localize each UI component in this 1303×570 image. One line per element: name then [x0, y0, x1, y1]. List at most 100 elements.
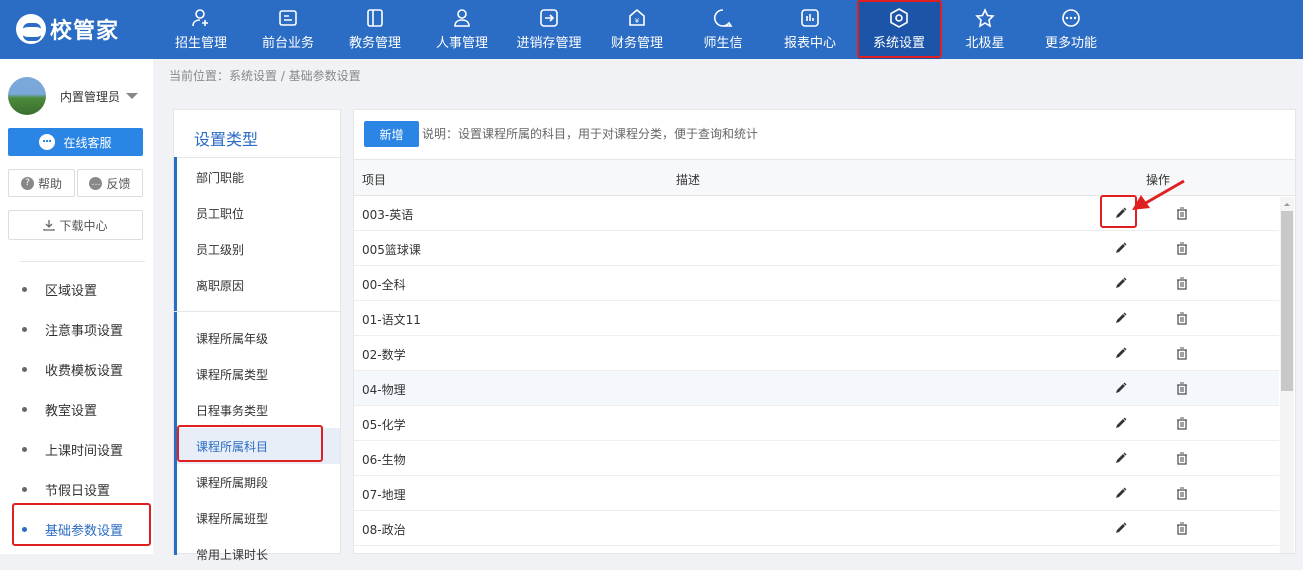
user-profile[interactable]: 内置管理员	[8, 76, 148, 116]
scrollbar-thumb[interactable]	[1281, 211, 1293, 391]
cell-item: 02-数学	[362, 348, 406, 362]
nav-item-label: 招生管理	[174, 36, 227, 51]
bullet-icon	[22, 526, 27, 532]
trash-icon[interactable]	[1176, 277, 1188, 290]
edit-icon[interactable]	[1114, 311, 1128, 325]
message-icon	[714, 9, 733, 27]
nav-item-finance[interactable]: ¥ 财务管理	[603, 0, 671, 59]
trash-icon[interactable]	[1176, 382, 1188, 395]
top-navigation: 校管家 招生管理 前台业务 教务管理 人事管理 进销存管理 ¥ 财务管理 师生信…	[0, 0, 1303, 59]
scroll-up-arrow-icon[interactable]	[1280, 200, 1294, 208]
table-row[interactable]: 05-化学	[354, 406, 1279, 441]
person-icon	[454, 9, 470, 27]
type-item-schedule-type[interactable]: 日程事务类型	[174, 394, 340, 426]
edit-icon[interactable]	[1114, 206, 1128, 220]
type-item-course-type[interactable]: 课程所属类型	[174, 358, 340, 390]
online-service-button[interactable]: 在线客服	[8, 128, 143, 156]
nav-item-label: 财务管理	[610, 36, 663, 51]
cell-item: 005篮球课	[362, 243, 421, 257]
edit-icon[interactable]	[1114, 486, 1128, 500]
nav-item-label: 北极星	[965, 36, 1005, 51]
panel-divider	[174, 157, 342, 158]
sidebar-item-holidays[interactable]: 节假日设置	[22, 479, 110, 499]
sidebar-item-label: 收费模板设置	[45, 363, 124, 379]
type-item-course-grade[interactable]: 课程所属年级	[174, 322, 340, 354]
feedback-label: 反馈	[106, 176, 131, 191]
cell-item: 05-化学	[362, 418, 406, 432]
add-button[interactable]: 新增	[364, 121, 419, 147]
chevron-down-icon	[126, 93, 139, 99]
trash-icon[interactable]	[1176, 522, 1188, 535]
trash-icon[interactable]	[1176, 417, 1188, 430]
table-row[interactable]: 06-生物	[354, 441, 1279, 476]
nav-item-label: 人事管理	[435, 36, 488, 51]
type-item-class-duration[interactable]: 常用上课时长	[174, 538, 340, 570]
nav-item-more[interactable]: 更多功能	[1036, 0, 1106, 59]
table-row[interactable]: 01-语文11	[354, 301, 1279, 336]
trash-icon[interactable]	[1176, 452, 1188, 465]
nav-item-north-star[interactable]: 北极星	[958, 0, 1012, 59]
table-row[interactable]: 07-地理	[354, 476, 1279, 511]
type-item-department[interactable]: 部门职能	[174, 161, 340, 193]
annotation-arrow-icon	[1132, 179, 1185, 210]
sidebar-item-basic-params[interactable]: 基础参数设置	[22, 519, 123, 539]
feedback-button[interactable]: … 反馈	[77, 169, 143, 197]
edit-icon[interactable]	[1114, 276, 1128, 290]
type-item-position[interactable]: 员工职位	[174, 197, 340, 229]
edit-icon[interactable]	[1114, 451, 1128, 465]
type-item-course-term[interactable]: 课程所属期段	[174, 466, 340, 498]
nav-item-system-settings[interactable]: 系统设置	[858, 0, 940, 59]
book-icon	[367, 9, 383, 27]
nav-item-academic[interactable]: 教务管理	[341, 0, 409, 59]
edit-icon[interactable]	[1114, 416, 1128, 430]
table-row[interactable]: 00-全科	[354, 266, 1279, 301]
bullet-icon	[22, 326, 27, 332]
nav-item-front-desk[interactable]: 前台业务	[254, 0, 322, 59]
nav-item-messages[interactable]: 师生信	[694, 0, 752, 59]
table-row[interactable]: 005篮球课	[354, 231, 1279, 266]
table-row[interactable]: 04-物理	[354, 371, 1279, 406]
edit-icon[interactable]	[1114, 241, 1128, 255]
sidebar: 内置管理员 在线客服 ? 帮助 … 反馈 下载中心 区域设置 注意事项设置 收费…	[0, 59, 153, 554]
avatar	[8, 77, 46, 115]
download-center-button[interactable]: 下载中心	[8, 210, 143, 240]
edit-icon[interactable]	[1114, 521, 1128, 535]
cell-item: 003-英语	[362, 208, 414, 222]
sidebar-item-fee-template[interactable]: 收费模板设置	[22, 359, 123, 379]
trash-icon[interactable]	[1176, 242, 1188, 255]
sidebar-item-notes-settings[interactable]: 注意事项设置	[22, 319, 123, 339]
nav-item-label: 进销存管理	[516, 36, 582, 51]
sidebar-divider	[20, 261, 145, 262]
sidebar-item-classroom[interactable]: 教室设置	[22, 399, 97, 419]
chat-icon	[39, 134, 56, 150]
download-center-label: 下载中心	[59, 218, 108, 233]
edit-icon[interactable]	[1114, 381, 1128, 395]
type-item-level[interactable]: 员工级别	[174, 233, 340, 265]
trash-icon[interactable]	[1176, 487, 1188, 500]
help-button[interactable]: ? 帮助	[8, 169, 75, 197]
sidebar-item-class-time[interactable]: 上课时间设置	[22, 439, 123, 459]
edit-icon[interactable]	[1114, 346, 1128, 360]
brand-name: 校管家	[50, 19, 120, 44]
bullet-icon	[22, 486, 27, 492]
table-row[interactable]: 02-数学	[354, 336, 1279, 371]
nav-item-reports[interactable]: 报表中心	[776, 0, 844, 59]
nav-item-hr[interactable]: 人事管理	[428, 0, 496, 59]
trash-icon[interactable]	[1176, 347, 1188, 360]
svg-text:¥: ¥	[635, 17, 640, 25]
sidebar-item-region-settings[interactable]: 区域设置	[22, 279, 97, 299]
column-header-description: 描述	[676, 173, 701, 187]
type-item-resign-reason[interactable]: 离职原因	[174, 269, 340, 301]
brand-logo[interactable]: 校管家	[16, 12, 119, 46]
type-item-course-subject[interactable]: 课程所属科目	[174, 428, 340, 464]
nav-item-enrollment[interactable]: 招生管理	[168, 0, 234, 59]
type-item-class-type[interactable]: 课程所属班型	[174, 502, 340, 534]
settings-type-panel: 设置类型 部门职能 员工职位 员工级别 离职原因 课程所属年级 课程所属类型 日…	[173, 109, 342, 562]
brand-logo-icon	[16, 14, 46, 44]
table-row[interactable]: 08-政治	[354, 511, 1279, 546]
cell-item: 01-语文11	[362, 313, 421, 327]
nav-item-label: 报表中心	[783, 36, 836, 51]
nav-item-inventory[interactable]: 进销存管理	[508, 0, 590, 59]
trash-icon[interactable]	[1176, 312, 1188, 325]
user-add-icon	[192, 9, 208, 27]
